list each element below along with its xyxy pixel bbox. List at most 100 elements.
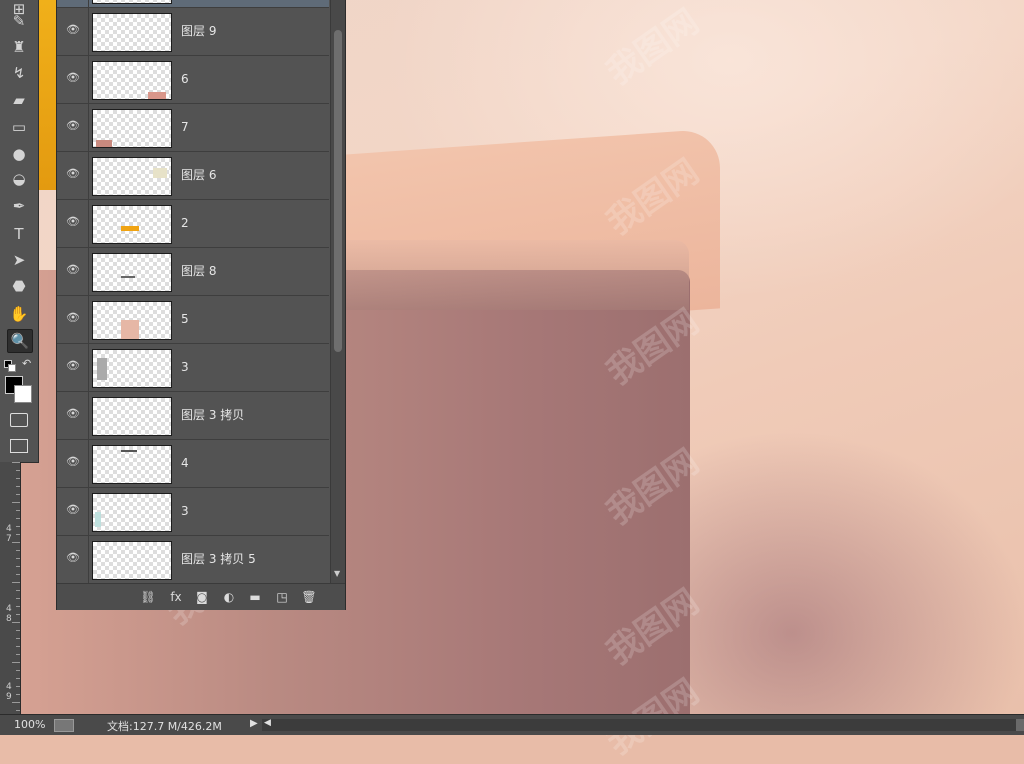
layer-thumbnail[interactable] [92, 61, 172, 100]
horizontal-scrollbar[interactable] [262, 719, 1017, 731]
layer-thumbnail[interactable] [92, 109, 172, 148]
visibility-eye-icon[interactable]: 👁 [65, 312, 81, 324]
divider [88, 536, 89, 583]
fx-icon[interactable]: fx [167, 588, 185, 606]
visibility-eye-icon[interactable]: 👁 [65, 120, 81, 132]
screen-mode-icon[interactable] [10, 439, 28, 453]
layer-thumbnail[interactable] [92, 205, 172, 244]
default-colors-icon[interactable] [4, 360, 16, 372]
visibility-eye-icon[interactable]: 👁 [65, 408, 81, 420]
layer-name[interactable]: 6 [181, 72, 189, 86]
layer-row[interactable]: 👁 4 [57, 440, 329, 488]
status-menu-arrow-icon[interactable]: ▶ [250, 718, 258, 729]
layer-row[interactable]: 👁 3 [57, 344, 329, 392]
ruler-tick [12, 622, 20, 623]
layer-row[interactable]: 👁 5 [57, 296, 329, 344]
ruler-tick [12, 702, 20, 703]
background-color-swatch[interactable] [14, 385, 32, 403]
zoom-level[interactable]: 100% [14, 718, 45, 731]
layer-name[interactable]: 图层 6 [181, 168, 216, 182]
layer-name[interactable]: 图层 3 拷贝 5 [181, 552, 256, 566]
layer-row[interactable]: 👁 7 [57, 104, 329, 152]
hand-tool-icon[interactable]: ✋ [7, 303, 31, 325]
new-group-icon[interactable]: ▬ [246, 588, 264, 606]
visibility-eye-icon[interactable]: 👁 [65, 216, 81, 228]
layer-name[interactable]: 图层 3 拷贝 [181, 408, 244, 422]
layer-row[interactable]: 👁 图层 6 [57, 152, 329, 200]
layers-scrollbar[interactable]: ▼ [330, 0, 345, 583]
thumbnail-content [121, 450, 137, 452]
ruler-tick [12, 462, 20, 463]
layer-row[interactable]: 👁 图层 3 拷贝 5 [57, 536, 329, 583]
visibility-eye-icon[interactable]: 👁 [65, 168, 81, 180]
layer-name[interactable]: 5 [181, 312, 189, 326]
scrollbar-thumb[interactable] [334, 30, 342, 352]
layer-thumbnail[interactable] [92, 445, 172, 484]
cylinder-rim [344, 240, 689, 310]
layer-name[interactable]: 3 [181, 504, 189, 518]
layer-thumbnail[interactable] [92, 253, 172, 292]
layer-thumbnail[interactable] [92, 349, 172, 388]
eraser-tool-icon[interactable]: ▰ [7, 89, 31, 111]
shape-tool-icon[interactable]: ⬣ [7, 275, 31, 297]
layer-thumbnail[interactable] [92, 157, 172, 196]
ruler-tick [16, 558, 20, 559]
quick-mask-icon[interactable] [10, 413, 28, 427]
layer-row[interactable]: 👁 3 [57, 488, 329, 536]
scroll-left-arrow-icon[interactable]: ◀ [264, 718, 271, 728]
status-view-icon[interactable] [54, 719, 74, 732]
blur-tool-icon[interactable]: ● [7, 143, 31, 165]
thumbnail-content [121, 226, 139, 231]
divider [88, 344, 89, 391]
layer-thumbnail[interactable] [92, 493, 172, 532]
link-layers-icon[interactable]: ⛓ [139, 588, 157, 606]
layer-name[interactable]: 图层 8 [181, 264, 216, 278]
layer-thumbnail[interactable] [92, 13, 172, 52]
visibility-eye-icon[interactable]: 👁 [65, 72, 81, 84]
thumbnail-content [95, 512, 101, 527]
pen-tool-icon[interactable]: ✒ [7, 195, 31, 217]
layer-row[interactable]: 👁 6 [57, 56, 329, 104]
swap-colors-icon[interactable]: ↶ [22, 357, 31, 370]
path-selection-tool-icon[interactable]: ➤ [7, 249, 31, 271]
zoom-tool-icon[interactable]: 🔍 [7, 329, 33, 353]
visibility-eye-icon[interactable]: 👁 [65, 456, 81, 468]
dodge-tool-icon[interactable]: ◒ [7, 168, 31, 190]
status-bar: 100% 文档:127.7 M/426.2M ▶ ◀ [0, 714, 1024, 735]
scroll-down-arrow-icon[interactable]: ▼ [334, 569, 340, 578]
brush-tool-icon[interactable]: ✎ [7, 10, 31, 32]
visibility-eye-icon[interactable]: 👁 [65, 264, 81, 276]
layer-thumbnail[interactable] [92, 301, 172, 340]
horizontal-scrollbar-thumb[interactable] [1016, 719, 1024, 731]
layer-name[interactable]: 7 [181, 120, 189, 134]
layer-row[interactable]: 👁 图层 9 [57, 8, 329, 56]
divider [88, 296, 89, 343]
new-layer-icon[interactable]: ◳ [273, 588, 291, 606]
clone-stamp-tool-icon[interactable]: ♜ [7, 36, 31, 58]
layer-name[interactable]: 4 [181, 456, 189, 470]
visibility-eye-icon[interactable]: 👁 [65, 360, 81, 372]
layer-name[interactable]: 2 [181, 216, 189, 230]
delete-layer-icon[interactable]: 🗑 [300, 588, 318, 606]
gradient-tool-icon[interactable]: ▭ [7, 116, 31, 138]
layer-row[interactable]: 👁 图层 3 拷贝 [57, 392, 329, 440]
divider [88, 56, 89, 103]
layer-name[interactable]: 图层 9 [181, 24, 216, 38]
visibility-eye-icon[interactable]: 👁 [65, 24, 81, 36]
layer-thumbnail[interactable] [92, 541, 172, 580]
layer-row[interactable]: 👁 [57, 0, 329, 8]
add-mask-icon[interactable]: ◙ [193, 588, 211, 606]
adjustment-layer-icon[interactable]: ◐ [220, 588, 238, 606]
layer-row[interactable]: 👁 2 [57, 200, 329, 248]
type-tool-icon[interactable]: T [7, 223, 31, 245]
visibility-eye-icon[interactable]: 👁 [65, 552, 81, 564]
layer-name[interactable]: 3 [181, 360, 189, 374]
layer-thumbnail[interactable] [92, 397, 172, 436]
history-brush-tool-icon[interactable]: ↯ [7, 62, 31, 84]
visibility-eye-icon[interactable]: 👁 [65, 504, 81, 516]
ruler-tick [12, 662, 20, 663]
divider [88, 152, 89, 199]
layer-row[interactable]: 👁 图层 8 [57, 248, 329, 296]
divider [88, 104, 89, 151]
layer-thumbnail[interactable] [92, 0, 172, 4]
